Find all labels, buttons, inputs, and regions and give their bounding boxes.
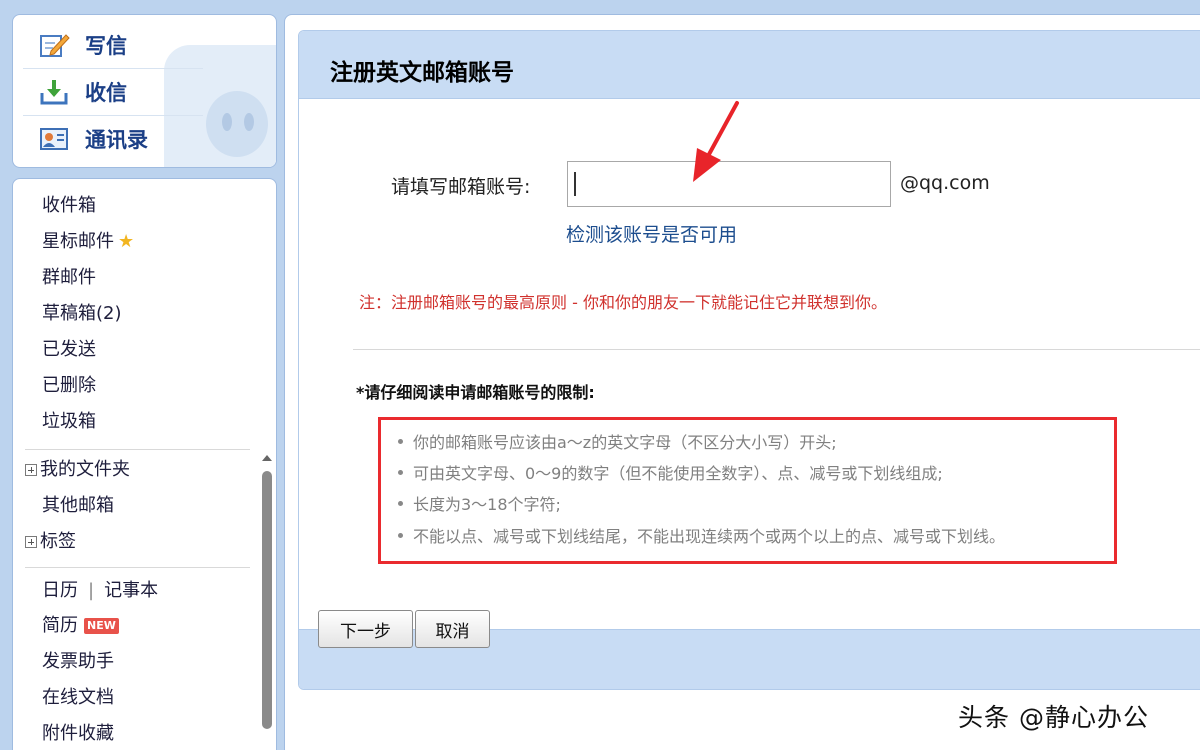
- form-header: 注册英文邮箱账号: [299, 31, 1200, 99]
- sidebar-item-label: 标签: [40, 531, 76, 552]
- sidebar-divider: [25, 567, 250, 568]
- receive-mail-button[interactable]: 收信: [39, 70, 127, 114]
- sidebar-item-invoice[interactable]: 发票助手: [42, 649, 114, 675]
- sidebar-item-label: 已发送: [42, 339, 96, 360]
- sidebar-item-label: 简历: [42, 615, 78, 636]
- notes-link[interactable]: 记事本: [104, 578, 158, 604]
- contacts-label: 通讯录: [85, 128, 148, 152]
- bullet-icon: [398, 469, 403, 475]
- rule-item: 你的邮箱账号应该由a～z的英文字母（不区分大小写）开头;: [398, 429, 837, 453]
- receive-mail-label: 收信: [85, 81, 127, 105]
- sidebar-item-label: 星标邮件: [42, 231, 114, 252]
- section-divider: [353, 349, 1200, 350]
- scrollbar-thumb[interactable]: [262, 471, 272, 729]
- sidebar-item-label: 收件箱: [42, 195, 96, 216]
- sidebar-item-label: 其他邮箱: [42, 495, 114, 516]
- contacts-icon: [39, 125, 71, 153]
- sidebar-item-label: 已删除: [42, 375, 96, 396]
- expand-plus-icon[interactable]: [25, 536, 37, 548]
- sidebar-divider: [25, 449, 250, 450]
- quick-actions-panel: 写信 收信 通讯录: [12, 14, 277, 168]
- domain-suffix: @qq.com: [900, 172, 990, 194]
- register-form-panel: 注册英文邮箱账号 请填写邮箱账号: @qq.com 检测该账号是否可用 注：注册…: [298, 30, 1200, 690]
- sidebar-item-other-mailbox[interactable]: 其他邮箱: [42, 493, 114, 519]
- next-step-button[interactable]: 下一步: [318, 610, 413, 648]
- bullet-icon: [398, 500, 403, 506]
- sidebar-item-label: 草稿箱(2): [42, 303, 122, 324]
- rules-highlight-box: 你的邮箱账号应该由a～z的英文字母（不区分大小写）开头; 可由英文字母、0～9的…: [378, 417, 1117, 564]
- sidebar-item-sent[interactable]: 已发送: [42, 337, 96, 363]
- red-arrow-annotation-icon: [693, 101, 739, 182]
- principle-note: 注：注册邮箱账号的最高原则 - 你和你的朋友一下就能记住它并联想到你。: [359, 293, 887, 312]
- sidebar-item-deleted[interactable]: 已删除: [42, 373, 96, 399]
- rule-text: 不能以点、减号或下划线结尾，不能出现连续两个或两个以上的点、减号或下划线。: [413, 527, 1006, 546]
- sidebar-item-label: 在线文档: [42, 687, 114, 708]
- sidebar-item-label: 群邮件: [42, 267, 96, 288]
- folder-sidebar: 收件箱 星标邮件 ★ 群邮件 草稿箱(2) 已发送 已删除 垃圾箱 我的文件夹 …: [12, 178, 277, 750]
- sidebar-item-label: 附件收藏: [42, 723, 114, 744]
- cancel-button[interactable]: 取消: [415, 610, 490, 648]
- sidebar-item-group-mail[interactable]: 群邮件: [42, 265, 96, 291]
- account-field-label: 请填写邮箱账号:: [391, 176, 531, 198]
- sidebar-item-attachments[interactable]: 附件收藏: [42, 721, 114, 747]
- bullet-icon: [398, 532, 403, 538]
- calendar-link[interactable]: 日历: [42, 578, 78, 604]
- rule-text: 长度为3～18个字符;: [413, 495, 561, 514]
- rule-item: 长度为3～18个字符;: [398, 491, 561, 515]
- scroll-up-arrow-icon[interactable]: [262, 455, 272, 461]
- separator-pipe: |: [88, 580, 95, 601]
- compose-label: 写信: [85, 34, 127, 58]
- compose-icon: [39, 31, 71, 59]
- contacts-button[interactable]: 通讯录: [39, 117, 148, 161]
- rule-item: 不能以点、减号或下划线结尾，不能出现连续两个或两个以上的点、减号或下划线。: [398, 523, 1005, 547]
- sidebar-item-starred[interactable]: 星标邮件 ★: [42, 229, 134, 255]
- sidebar-item-resume[interactable]: 简历 NEW: [42, 613, 119, 639]
- sidebar-item-label: 我的文件夹: [40, 459, 130, 480]
- sidebar-item-online-docs[interactable]: 在线文档: [42, 685, 114, 711]
- qq-penguin-stamp-decoration: [164, 45, 276, 167]
- rule-text: 可由英文字母、0～9的数字（但不能使用全数字）、点、减号或下划线组成;: [413, 464, 943, 483]
- star-icon: ★: [118, 231, 135, 252]
- compose-button[interactable]: 写信: [39, 23, 127, 67]
- sidebar-item-label: 垃圾箱: [42, 411, 96, 432]
- rule-item: 可由英文字母、0～9的数字（但不能使用全数字）、点、减号或下划线组成;: [398, 460, 943, 484]
- sidebar-item-tags[interactable]: 标签: [25, 529, 76, 555]
- sidebar-item-drafts[interactable]: 草稿箱(2): [42, 301, 122, 327]
- sidebar-item-my-folders[interactable]: 我的文件夹: [25, 457, 130, 483]
- check-availability-link[interactable]: 检测该账号是否可用: [566, 220, 737, 247]
- sidebar-item-spam[interactable]: 垃圾箱: [42, 409, 96, 435]
- expand-plus-icon[interactable]: [25, 464, 37, 476]
- sidebar-item-inbox[interactable]: 收件箱: [42, 193, 96, 219]
- sidebar-item-label: 发票助手: [42, 651, 114, 672]
- new-badge: NEW: [84, 618, 119, 634]
- page-title: 注册英文邮箱账号: [330, 60, 514, 86]
- bullet-icon: [398, 438, 403, 444]
- sidebar-scrollbar[interactable]: [259, 449, 275, 750]
- sidebar-item-calendar-notes: 日历 | 记事本: [42, 578, 158, 604]
- rule-text: 你的邮箱账号应该由a～z的英文字母（不区分大小写）开头;: [413, 433, 837, 452]
- rules-title: *请仔细阅读申请邮箱账号的限制:: [356, 383, 595, 402]
- text-cursor: [574, 172, 576, 196]
- inbox-download-icon: [39, 78, 71, 106]
- watermark: 头条 @静心办公: [958, 703, 1149, 732]
